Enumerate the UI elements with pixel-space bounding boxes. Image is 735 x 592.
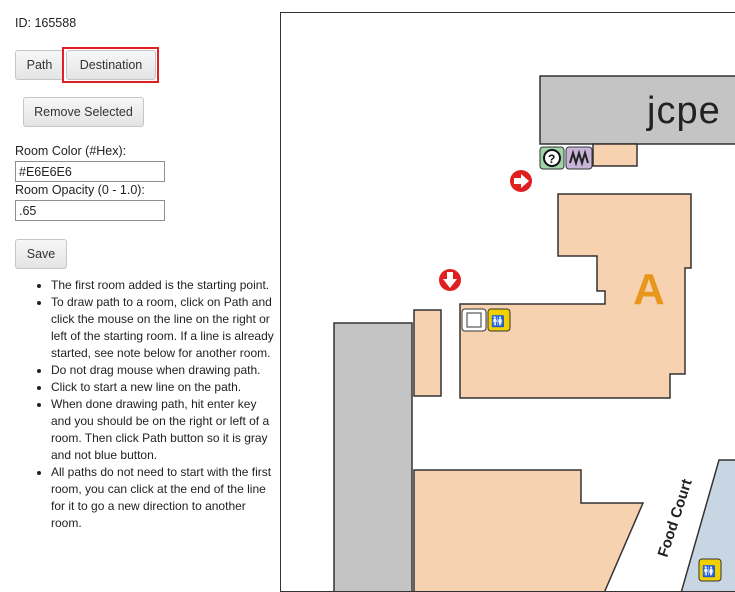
svg-text:🚻: 🚻 bbox=[491, 315, 505, 328]
room[interactable] bbox=[413, 469, 645, 592]
restroom-icon: 🚻 bbox=[487, 308, 511, 332]
instruction-item: Click to start a new line on the path. bbox=[51, 379, 277, 396]
instruction-item: All paths do not need to start with the … bbox=[51, 464, 277, 532]
record-id: ID: 165588 bbox=[15, 16, 77, 30]
mall-map-svg[interactable]: jcpe A Food Court ? 🚻 🚻 bbox=[281, 13, 735, 592]
svg-text:🚻: 🚻 bbox=[702, 565, 716, 578]
anchor-store[interactable] bbox=[333, 322, 413, 592]
room[interactable] bbox=[413, 309, 442, 397]
mailbox-icon bbox=[565, 146, 593, 170]
elevator-icon bbox=[461, 308, 487, 332]
room-opacity-input[interactable] bbox=[15, 200, 165, 221]
instructions-list: The first room added is the starting poi… bbox=[15, 277, 277, 532]
remove-selected-button[interactable]: Remove Selected bbox=[23, 97, 144, 127]
arrow-right-icon bbox=[510, 170, 532, 192]
anchor-store-label: jcpe bbox=[646, 90, 721, 132]
info-icon: ? bbox=[539, 146, 565, 170]
food-court-label: Food Court bbox=[655, 477, 696, 559]
instruction-item: Do not drag mouse when drawing path. bbox=[51, 362, 277, 379]
instruction-item: When done drawing path, hit enter key an… bbox=[51, 396, 277, 464]
room-opacity-label: Room Opacity (0 - 1.0): bbox=[15, 183, 145, 197]
room[interactable] bbox=[592, 143, 638, 167]
save-button[interactable]: Save bbox=[15, 239, 67, 269]
arrow-down-icon bbox=[439, 269, 461, 291]
mall-map[interactable]: jcpe A Food Court ? 🚻 🚻 bbox=[280, 12, 735, 592]
room-color-label: Room Color (#Hex): bbox=[15, 144, 127, 158]
room-letter: A bbox=[633, 265, 665, 314]
svg-text:?: ? bbox=[548, 152, 555, 166]
room-color-input[interactable] bbox=[15, 161, 165, 182]
instruction-item: To draw path to a room, click on Path an… bbox=[51, 294, 277, 362]
path-button[interactable]: Path bbox=[15, 50, 64, 80]
destination-highlight bbox=[62, 47, 159, 83]
restroom-icon: 🚻 bbox=[698, 558, 722, 582]
instruction-item: The first room added is the starting poi… bbox=[51, 277, 277, 294]
